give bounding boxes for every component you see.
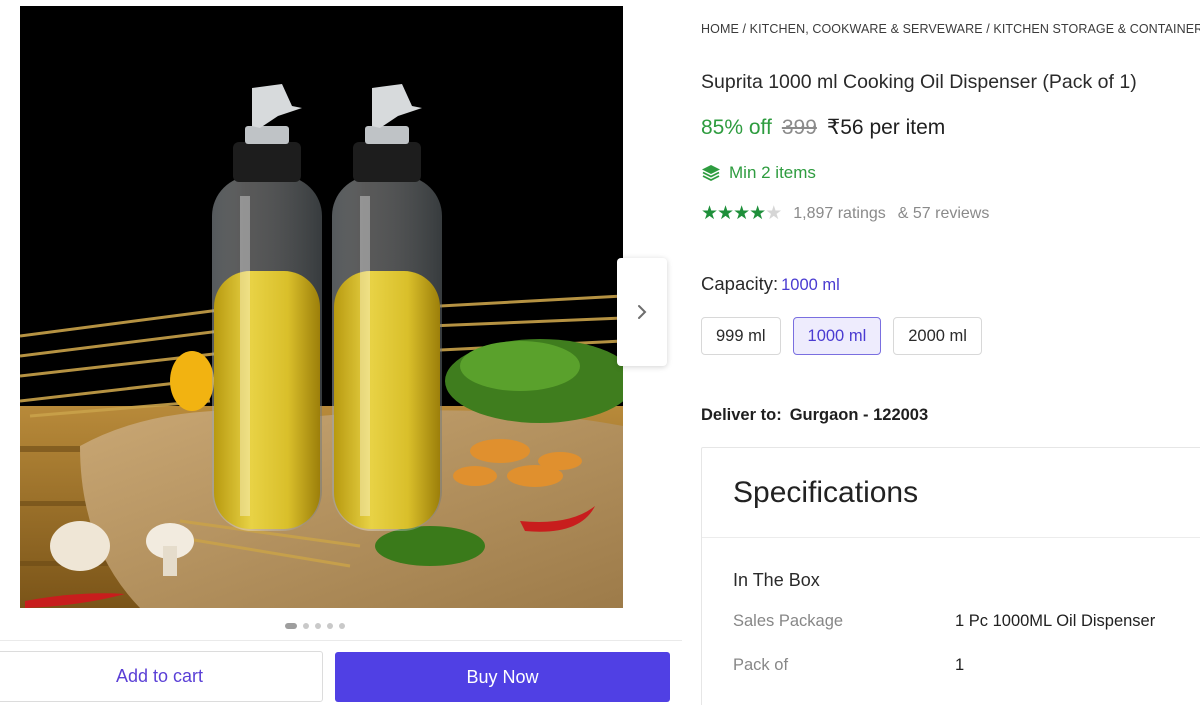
image-carousel-indicator bbox=[285, 623, 345, 629]
capacity-option-999ml[interactable]: 999 ml bbox=[701, 317, 781, 355]
star-icon: ★ bbox=[749, 203, 766, 224]
layers-icon bbox=[702, 165, 720, 182]
original-price: 399 bbox=[781, 116, 817, 139]
buy-now-button[interactable]: Buy Now bbox=[335, 652, 670, 702]
breadcrumb-separator: / bbox=[986, 22, 990, 36]
star-rating: ★★★★★ bbox=[701, 203, 782, 224]
carousel-dot[interactable] bbox=[303, 623, 309, 629]
capacity-label: Capacity: 1000 ml bbox=[701, 273, 840, 295]
capacity-option-2000ml[interactable]: 2000 ml bbox=[893, 317, 982, 355]
price-row: 85% off 399 ₹56 per item bbox=[701, 115, 945, 140]
oil-dispenser-photo bbox=[20, 6, 623, 608]
capacity-label-text: Capacity: bbox=[701, 273, 779, 294]
breadcrumb-separator: / bbox=[742, 22, 747, 36]
star-icon: ★ bbox=[733, 203, 750, 224]
star-icon: ★ bbox=[701, 203, 718, 224]
product-image[interactable] bbox=[20, 6, 623, 608]
breadcrumb-home[interactable]: HOME bbox=[701, 22, 739, 36]
reviews-count[interactable]: & 57 reviews bbox=[898, 205, 990, 223]
product-title: Suprita 1000 ml Cooking Oil Dispenser (P… bbox=[701, 71, 1137, 93]
spec-row-pack-of: Pack of 1 bbox=[733, 656, 964, 675]
in-the-box-section-title: In The Box bbox=[733, 570, 820, 590]
star-icon: ★ bbox=[717, 203, 734, 224]
carousel-dot[interactable] bbox=[315, 623, 321, 629]
star-icon: ★ bbox=[765, 203, 782, 224]
carousel-dot[interactable] bbox=[327, 623, 333, 629]
capacity-option-1000ml[interactable]: 1000 ml bbox=[792, 317, 882, 355]
purchase-action-bar: Add to cart Buy Now bbox=[0, 640, 682, 705]
breadcrumb: HOME / KITCHEN, COOKWARE & SERVEWARE / K… bbox=[701, 22, 1200, 36]
breadcrumb-kitchen-cookware[interactable]: KITCHEN, COOKWARE & SERVEWARE bbox=[750, 22, 983, 36]
delivery-location: Deliver to: Gurgaon - 122003 bbox=[701, 406, 928, 425]
rating-row: ★★★★★ 1,897 ratings & 57 reviews bbox=[701, 204, 989, 223]
capacity-selected-value: 1000 ml bbox=[781, 276, 840, 294]
carousel-dot[interactable] bbox=[285, 623, 297, 629]
spec-row-sales-package: Sales Package 1 Pc 1000ML Oil Dispenser bbox=[733, 612, 1155, 631]
ratings-count[interactable]: 1,897 ratings bbox=[793, 205, 886, 223]
add-to-cart-button[interactable]: Add to cart bbox=[0, 651, 323, 702]
min-items-note: Min 2 items bbox=[701, 163, 816, 183]
min-items-label: Min 2 items bbox=[729, 163, 816, 182]
breadcrumb-kitchen-storage[interactable]: KITCHEN STORAGE & CONTAINERS bbox=[993, 22, 1200, 36]
chevron-right-icon bbox=[638, 305, 647, 319]
next-image-button[interactable] bbox=[617, 258, 667, 366]
specifications-heading: Specifications bbox=[702, 448, 1200, 538]
specifications-card: Specifications In The Box Sales Package 1… bbox=[701, 447, 1200, 705]
spec-key: Sales Package bbox=[733, 612, 844, 630]
deliver-to-label: Deliver to: bbox=[701, 406, 782, 424]
selling-price: ₹56 per item bbox=[826, 116, 946, 139]
capacity-options: 999 ml 1000 ml 2000 ml bbox=[701, 317, 982, 355]
carousel-dot[interactable] bbox=[339, 623, 345, 629]
discount-percent: 85% off bbox=[701, 116, 772, 139]
spec-value: 1 bbox=[955, 656, 965, 674]
spec-value: 1 Pc 1000ML Oil Dispenser bbox=[955, 612, 1156, 630]
spec-key: Pack of bbox=[733, 656, 789, 674]
delivery-pincode[interactable]: Gurgaon - 122003 bbox=[790, 406, 928, 424]
